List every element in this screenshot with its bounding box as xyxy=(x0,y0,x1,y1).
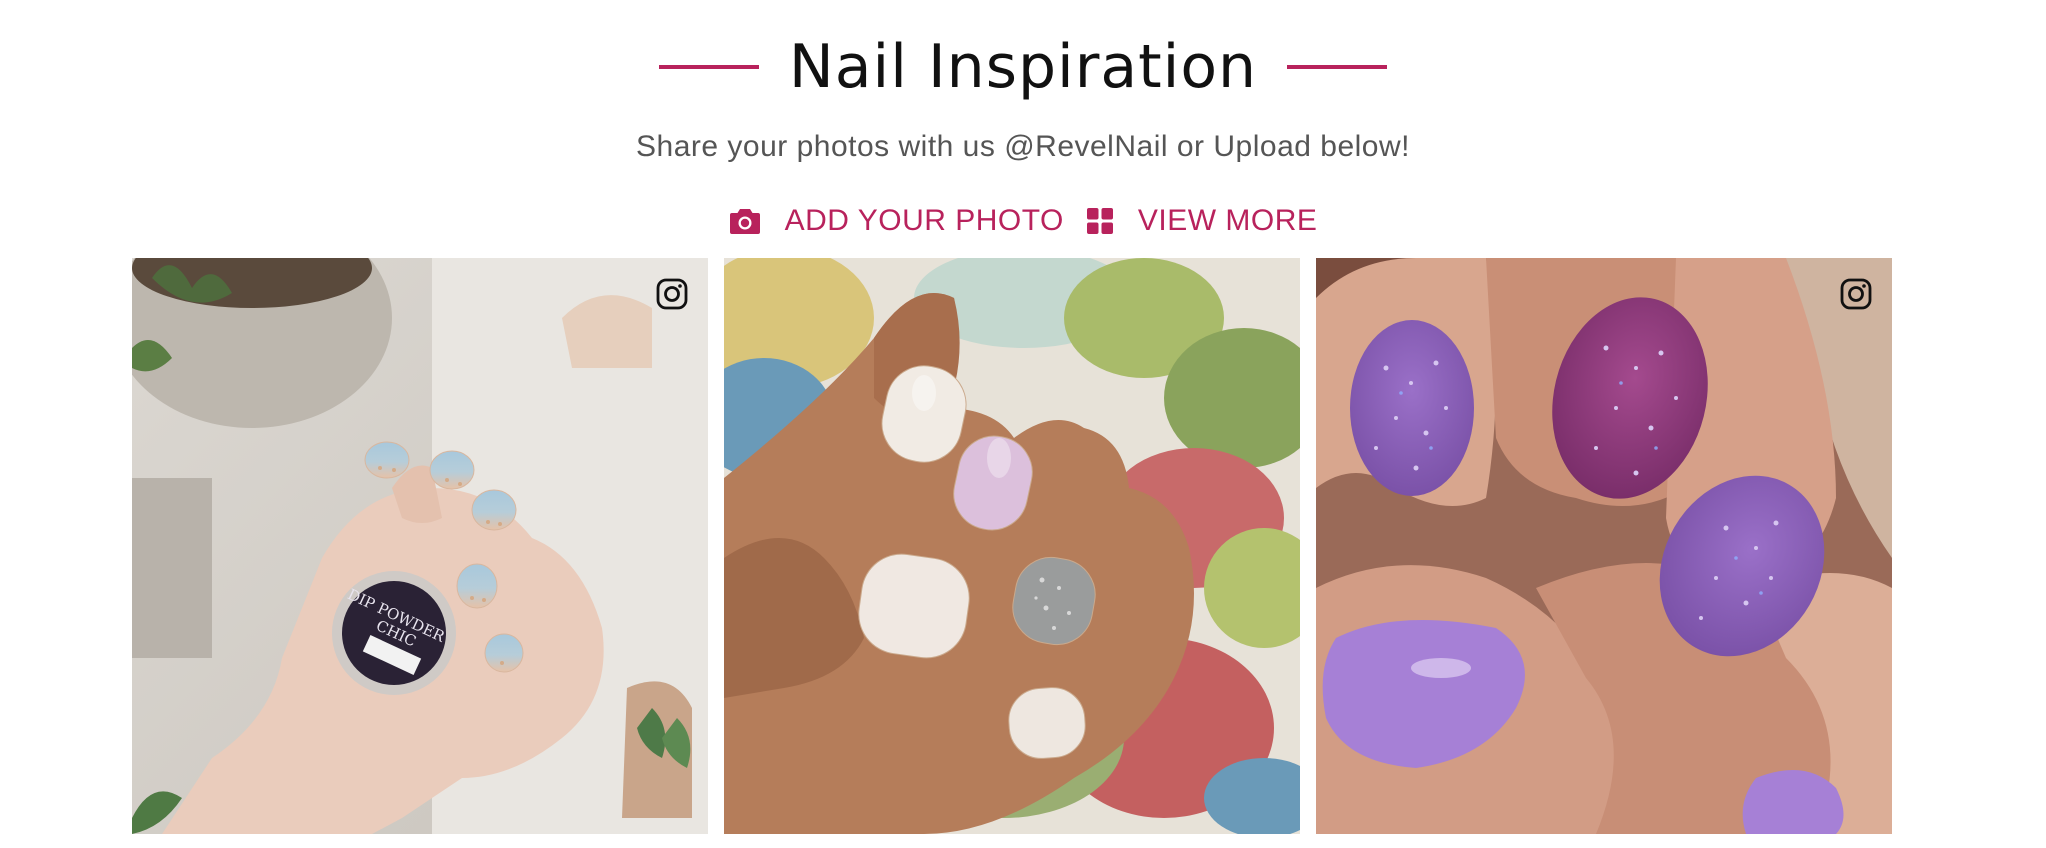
nail-photo-white-lilac xyxy=(724,258,1300,834)
page-title: Nail Inspiration xyxy=(788,32,1258,102)
heading-rule-left xyxy=(658,65,759,69)
view-more-label: VIEW MORE xyxy=(1137,204,1318,237)
add-your-photo-button[interactable]: ADD YOUR PHOTO xyxy=(729,204,1064,238)
gallery-photo-1[interactable]: DIP POWDER CHIC xyxy=(132,258,708,834)
section-subtitle: Share your photos with us @RevelNail or … xyxy=(636,130,1410,163)
nail-photo-dip-powder: DIP POWDER CHIC xyxy=(132,258,708,834)
instagram-icon xyxy=(656,278,688,310)
add-your-photo-label: ADD YOUR PHOTO xyxy=(784,204,1064,237)
photo-gallery: DIP POWDER CHIC xyxy=(132,258,1892,834)
section-heading: Nail Inspiration xyxy=(0,24,2046,110)
gallery-actions: ADD YOUR PHOTO VIEW MORE xyxy=(0,198,2046,244)
nail-photo-purple-glitter xyxy=(1316,258,1892,834)
gallery-photo-3[interactable] xyxy=(1316,258,1892,834)
gallery-photo-2[interactable] xyxy=(724,258,1300,834)
camera-icon xyxy=(729,207,761,235)
view-more-button[interactable]: VIEW MORE xyxy=(1086,204,1318,238)
heading-rule-right xyxy=(1287,65,1388,69)
instagram-icon xyxy=(1840,278,1872,310)
grid-icon xyxy=(1086,207,1114,235)
